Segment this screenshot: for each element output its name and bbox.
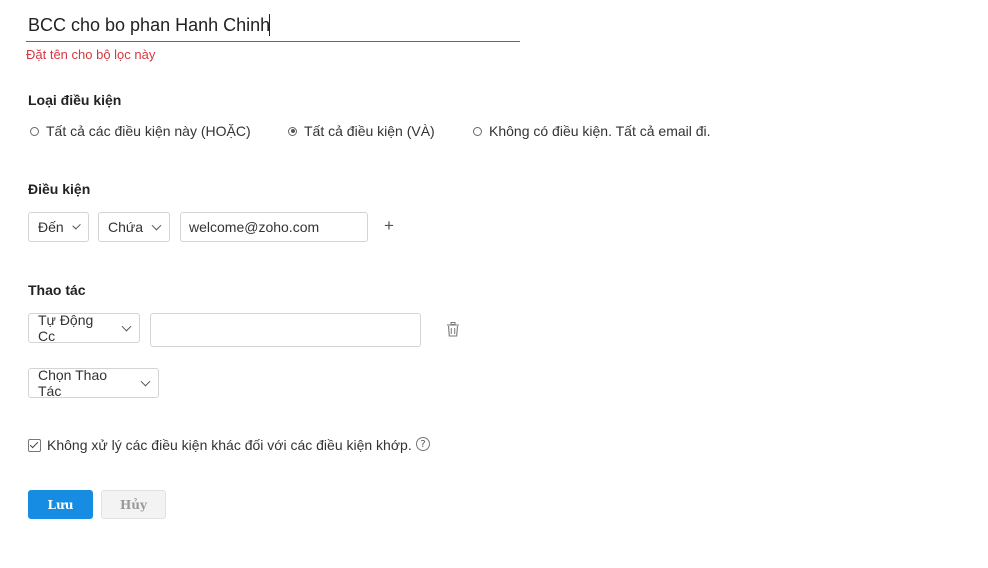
help-icon[interactable]: ? <box>416 437 430 451</box>
radio-label: Không có điều kiện. Tất cả email đi. <box>489 123 711 139</box>
save-button[interactable]: Lưu <box>28 490 93 519</box>
choose-action-label: Chọn Thao Tác <box>38 367 108 399</box>
chevron-down-icon <box>71 220 81 230</box>
radio-all-conditions[interactable]: Tất cả điều kiện (VÀ) <box>288 123 435 139</box>
stop-processing-label: Không xử lý các điều kiện khác đối với c… <box>47 437 412 453</box>
radio-no-conditions[interactable]: Không có điều kiện. Tất cả email đi. <box>473 123 711 139</box>
trash-icon <box>447 322 459 337</box>
stop-processing-checkbox[interactable] <box>28 439 41 452</box>
condition-operator-select[interactable]: Chứa <box>98 212 170 242</box>
radio-label: Tất cả các điều kiện này (HOẶC) <box>46 123 251 139</box>
add-condition-button[interactable]: + <box>384 216 394 236</box>
condition-type-title: Loại điều kiện <box>28 92 122 108</box>
text-caret <box>269 14 270 36</box>
condition-field-value: Đến <box>38 219 64 235</box>
choose-action-select[interactable]: Chọn Thao Tác <box>28 367 159 399</box>
radio-button-selected-icon <box>288 126 297 136</box>
cancel-button[interactable]: Hủy <box>101 490 166 519</box>
actions-title: Thao tác <box>28 282 86 298</box>
condition-field-select[interactable]: Đến <box>28 212 89 242</box>
action-type-value: Tự Động Cc <box>38 312 94 344</box>
filter-name-hint: Đặt tên cho bộ lọc này <box>26 47 156 62</box>
delete-action-button[interactable] <box>446 322 460 337</box>
chevron-down-icon <box>151 220 162 230</box>
radio-button-icon <box>473 126 482 136</box>
action-type-select[interactable]: Tự Động Cc <box>28 312 140 344</box>
action-value-input[interactable] <box>150 313 421 347</box>
condition-operator-value: Chứa <box>108 219 144 235</box>
radio-any-conditions[interactable]: Tất cả các điều kiện này (HOẶC) <box>30 123 251 139</box>
condition-value-input[interactable] <box>180 212 368 242</box>
filter-name-underline <box>26 41 520 42</box>
chevron-down-icon <box>121 321 132 331</box>
radio-label: Tất cả điều kiện (VÀ) <box>304 123 435 139</box>
radio-button-icon <box>30 126 39 136</box>
chevron-down-icon <box>140 376 151 386</box>
conditions-title: Điều kiện <box>28 181 91 197</box>
filter-name-input[interactable] <box>28 10 518 40</box>
